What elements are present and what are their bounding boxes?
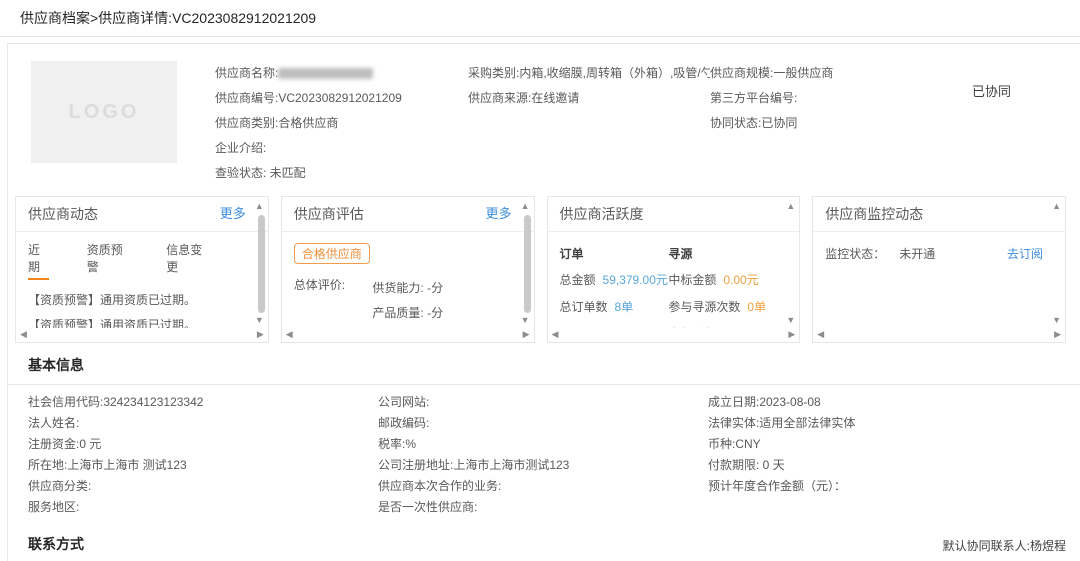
postal-code: 邮政编码: bbox=[378, 416, 430, 430]
card-supplier-activity: 供应商活跃度 订单 总金额 59,379.00元 总订单数 8单 寻源 中标金额 0.… bbox=[546, 196, 801, 343]
monitoring-status: 监控状态： 未开通 bbox=[825, 247, 936, 261]
collab-status-line: 协同状态:已协同 bbox=[710, 116, 798, 130]
scroll-up-icon[interactable]: ▲ bbox=[521, 202, 530, 211]
contacts-title: 联系方式 bbox=[28, 536, 84, 552]
sourcing-win-amount: 中标金额 0.00元 bbox=[668, 273, 759, 287]
scrollbar-thumb[interactable] bbox=[523, 215, 531, 313]
default-collab-contact: 默认协同联系人:杨煜程 bbox=[942, 539, 1066, 553]
scroll-left-icon[interactable]: ◀ bbox=[817, 330, 824, 339]
establish-date: 成立日期:2023-08-08 bbox=[708, 395, 821, 409]
scroll-down-icon[interactable]: ▼ bbox=[255, 316, 264, 325]
sourcing-title: 寻源 bbox=[668, 247, 693, 261]
card-dynamics-title: 供应商动态 bbox=[28, 206, 98, 222]
card-supplier-dynamics: 供应商动态 更多 近期 资质预警 信息变更 【资质预警】通用资质已过期。 【资质… bbox=[15, 196, 269, 343]
tab-qualification-alert[interactable]: 资质预警 bbox=[87, 241, 129, 280]
card-supplier-evaluation: 供应商评估 更多 合格供应商 总体评价: 供货能力: -分 产品质量: -分 服… bbox=[280, 196, 535, 343]
credit-code: 社会信用代码:324234123123342 bbox=[28, 395, 204, 409]
scrollbar-thumb[interactable] bbox=[257, 215, 265, 313]
scroll-down-icon[interactable]: ▼ bbox=[1052, 316, 1061, 325]
scroll-right-icon[interactable]: ▶ bbox=[257, 330, 264, 339]
supplier-scale-line: 供应商规模:一般供应商 bbox=[710, 66, 834, 80]
supplier-category-line: 供应商类别:合格供应商 bbox=[215, 116, 339, 130]
service-area: 服务地区: bbox=[28, 500, 80, 514]
supplier-info-col2: 采购类别:内箱,收缩膜,周转箱（外箱）,吸管/勺,外包装配置... 供应商来源:… bbox=[468, 61, 710, 186]
payment-terms: 付款期限: 0 天 bbox=[708, 458, 785, 472]
scroll-left-icon[interactable]: ◀ bbox=[552, 330, 559, 339]
dynamics-tabs: 近期 资质预警 信息变更 bbox=[28, 241, 246, 280]
activity-orders: 订单 总金额 59,379.00元 总订单数 8单 bbox=[560, 241, 669, 328]
card-supplier-monitoring: 供应商监控动态 监控状态： 未开通 去订阅 ▲ ▼ ◀ ▶ bbox=[812, 196, 1066, 343]
company-website: 公司网站: bbox=[378, 395, 430, 409]
cooperation-business: 供应商本次合作的业务: bbox=[378, 479, 502, 493]
scroll-right-icon[interactable]: ▶ bbox=[523, 330, 530, 339]
scroll-down-icon[interactable]: ▼ bbox=[786, 316, 795, 325]
contacts-section-header: 联系方式 默认协同联系人:杨煜程 bbox=[8, 524, 1080, 561]
registered-capital: 注册资金:0 元 bbox=[28, 437, 102, 451]
orders-total-count: 总订单数 8单 bbox=[559, 300, 634, 314]
overall-evaluation: 总体评价: 供货能力: -分 产品质量: -分 服务情况: -分 bbox=[294, 276, 512, 328]
tax-rate: 税率:% bbox=[378, 437, 417, 451]
scroll-left-icon[interactable]: ◀ bbox=[286, 330, 293, 339]
supplier-detail-panel: LOGO 供应商名称: 供应商编号:VC2023082912021209 供应商… bbox=[7, 43, 1080, 561]
registered-address: 公司注册地址:上海市上海市测试123 bbox=[378, 458, 570, 472]
basic-info-title: 基本信息 bbox=[8, 343, 1080, 385]
sourcing-win-count: 中标次数0单 bbox=[668, 321, 777, 328]
breadcrumb[interactable]: 供应商档案>供应商详情:VC2023082912021209 bbox=[0, 0, 1080, 37]
card-monitoring-title: 供应商监控动态 bbox=[825, 206, 924, 222]
currency: 币种:CNY bbox=[708, 437, 761, 451]
scroll-up-icon[interactable]: ▲ bbox=[255, 202, 264, 211]
third-party-id-line: 第三方平台编号: bbox=[710, 91, 798, 105]
eval-service: 服务情况: -分 bbox=[356, 326, 443, 328]
scroll-down-icon[interactable]: ▼ bbox=[521, 316, 530, 325]
legal-person-name: 法人姓名: bbox=[28, 416, 80, 430]
scroll-up-icon[interactable]: ▲ bbox=[1052, 202, 1061, 211]
basic-info-grid: 社会信用代码:324234123123342 公司网站: 成立日期:2023-0… bbox=[8, 385, 1080, 524]
sourcing-participation-count: 参与寻源次数 0单 bbox=[668, 300, 767, 314]
subscribe-link[interactable]: 去订阅 bbox=[1007, 241, 1043, 267]
tab-info-change[interactable]: 信息变更 bbox=[166, 241, 208, 280]
supplier-name-line: 供应商名称: bbox=[215, 61, 468, 86]
purchase-category-line: 采购类别:内箱,收缩膜,周转箱（外箱）,吸管/勺,外包装配置... bbox=[468, 66, 710, 80]
supplier-name-label: 供应商名称: bbox=[215, 66, 279, 80]
scroll-left-icon[interactable]: ◀ bbox=[20, 330, 27, 339]
tab-recent[interactable]: 近期 bbox=[28, 241, 49, 280]
supplier-name-redacted bbox=[278, 68, 374, 80]
scroll-right-icon[interactable]: ▶ bbox=[788, 330, 795, 339]
dynamics-item: 【资质预警】通用资质已过期。 bbox=[28, 293, 197, 307]
supplier-classification: 供应商分类: bbox=[28, 479, 92, 493]
scroll-up-icon[interactable]: ▲ bbox=[786, 202, 795, 211]
overall-evaluation-label: 总体评价: bbox=[293, 278, 346, 292]
company-intro-line: 企业介绍: bbox=[215, 141, 267, 155]
supplier-info-col3: 供应商规模:一般供应商 第三方平台编号: 协同状态:已协同 bbox=[710, 61, 960, 186]
collab-status-badge: 已协同 bbox=[971, 84, 1011, 99]
supplier-code-line: 供应商编号:VC2023082912021209 bbox=[215, 91, 402, 105]
scroll-right-icon[interactable]: ▶ bbox=[1054, 330, 1061, 339]
eval-product-quality: 产品质量: -分 bbox=[372, 306, 444, 320]
legal-entity: 法律实体:适用全部法律实体 bbox=[708, 416, 856, 430]
dynamics-item: 【资质预警】通用资质已过期。 bbox=[28, 318, 197, 328]
location: 所在地:上海市上海市 测试123 bbox=[28, 458, 187, 472]
activity-sourcing: 寻源 中标金额0.00元 参与寻源次数0单 中标次数0单 bbox=[668, 241, 777, 328]
one-time-supplier: 是否一次性供应商: bbox=[378, 500, 478, 514]
card-evaluation-title: 供应商评估 bbox=[293, 206, 364, 222]
estimated-annual-amount: 预计年度合作金额（元）： bbox=[708, 479, 847, 493]
orders-title: 订单 bbox=[559, 247, 584, 261]
qualified-supplier-badge: 合格供应商 bbox=[293, 243, 370, 264]
eval-supply-capacity: 供货能力: -分 bbox=[372, 281, 444, 295]
card-activity-title: 供应商活跃度 bbox=[559, 206, 644, 222]
overview-cards: 供应商动态 更多 近期 资质预警 信息变更 【资质预警】通用资质已过期。 【资质… bbox=[8, 194, 1080, 343]
dynamics-more-link[interactable]: 更多 bbox=[220, 197, 246, 231]
supplier-source-line: 供应商来源:在线邀请 bbox=[468, 91, 580, 105]
supplier-logo-placeholder: LOGO bbox=[31, 61, 177, 163]
supplier-info-col1: 供应商名称: 供应商编号:VC2023082912021209 供应商类别:合格… bbox=[215, 61, 468, 186]
supplier-header: LOGO 供应商名称: 供应商编号:VC2023082912021209 供应商… bbox=[8, 44, 1080, 194]
supplier-info-columns: 供应商名称: 供应商编号:VC2023082912021209 供应商类别:合格… bbox=[215, 61, 1067, 186]
verify-status-line: 查验状态: 未匹配 bbox=[215, 166, 306, 180]
orders-total-amount: 总金额 59,379.00元 bbox=[559, 273, 668, 287]
evaluation-more-link[interactable]: 更多 bbox=[485, 197, 511, 231]
